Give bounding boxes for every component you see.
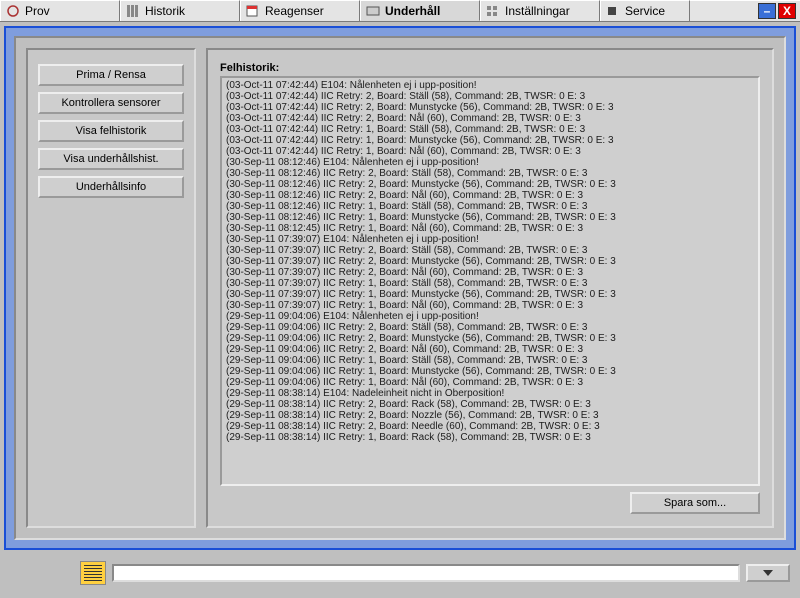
reagent-icon: [245, 4, 261, 18]
log-line[interactable]: (30-Sep-11 07:39:07) IIC Retry: 1, Board…: [226, 278, 754, 289]
tab-service[interactable]: Service: [600, 0, 690, 21]
log-line[interactable]: (03-Oct-11 07:42:44) IIC Retry: 2, Board…: [226, 102, 754, 113]
log-line[interactable]: (29-Sep-11 09:04:06) IIC Retry: 2, Board…: [226, 333, 754, 344]
minimize-button[interactable]: –: [758, 3, 776, 19]
log-line[interactable]: (30-Sep-11 07:39:07) IIC Retry: 2, Board…: [226, 256, 754, 267]
log-line[interactable]: (30-Sep-11 07:39:07) IIC Retry: 1, Board…: [226, 300, 754, 311]
maintenance-icon: [365, 4, 381, 18]
tab-label: Reagenser: [265, 4, 324, 18]
log-line[interactable]: (29-Sep-11 08:38:14) IIC Retry: 1, Board…: [226, 432, 754, 443]
tab-underhall[interactable]: Underhåll: [360, 0, 480, 21]
log-heading: Felhistorik:: [220, 62, 760, 74]
tab-installningar[interactable]: Inställningar: [480, 0, 600, 21]
log-line[interactable]: (03-Oct-11 07:42:44) IIC Retry: 2, Board…: [226, 113, 754, 124]
log-line[interactable]: (29-Sep-11 09:04:06) IIC Retry: 1, Board…: [226, 355, 754, 366]
log-line[interactable]: (30-Sep-11 08:12:46) IIC Retry: 1, Board…: [226, 201, 754, 212]
log-line[interactable]: (30-Sep-11 08:12:45) IIC Retry: 1, Board…: [226, 223, 754, 234]
visa-underhallshist-button[interactable]: Visa underhållshist.: [38, 148, 184, 170]
status-text-field[interactable]: [112, 564, 740, 582]
content-frame: Prima / Rensa Kontrollera sensorer Visa …: [4, 26, 796, 550]
tab-prov[interactable]: Prov: [0, 0, 120, 21]
tab-label: Underhåll: [385, 4, 440, 18]
log-line[interactable]: (03-Oct-11 07:42:44) IIC Retry: 1, Board…: [226, 146, 754, 157]
main-panel: Felhistorik: (03-Oct-11 07:42:44) E104: …: [206, 48, 774, 528]
log-line[interactable]: (03-Oct-11 07:42:44) IIC Retry: 1, Board…: [226, 124, 754, 135]
log-line[interactable]: (30-Sep-11 08:12:46) E104: Nålenheten ej…: [226, 157, 754, 168]
log-line[interactable]: (30-Sep-11 07:39:07) IIC Retry: 2, Board…: [226, 267, 754, 278]
side-panel: Prima / Rensa Kontrollera sensorer Visa …: [26, 48, 196, 528]
log-line[interactable]: (29-Sep-11 08:38:14) IIC Retry: 2, Board…: [226, 421, 754, 432]
underhallsinfo-button[interactable]: Underhållsinfo: [38, 176, 184, 198]
tab-label: Service: [625, 4, 665, 18]
status-bar: [0, 554, 800, 592]
tab-label: Inställningar: [505, 4, 570, 18]
log-line[interactable]: (29-Sep-11 09:04:06) IIC Retry: 1, Board…: [226, 377, 754, 388]
top-tabbar: Prov Historik Reagenser Underhåll Instäl…: [0, 0, 800, 22]
log-line[interactable]: (03-Oct-11 07:42:44) E104: Nålenheten ej…: [226, 80, 754, 91]
note-icon: [80, 561, 106, 585]
visa-felhistorik-button[interactable]: Visa felhistorik: [38, 120, 184, 142]
tab-label: Prov: [25, 4, 50, 18]
log-line[interactable]: (30-Sep-11 07:39:07) IIC Retry: 2, Board…: [226, 245, 754, 256]
log-line[interactable]: (30-Sep-11 07:39:07) E104: Nålenheten ej…: [226, 234, 754, 245]
tab-historik[interactable]: Historik: [120, 0, 240, 21]
log-line[interactable]: (29-Sep-11 09:04:06) IIC Retry: 2, Board…: [226, 322, 754, 333]
error-log-listbox[interactable]: (03-Oct-11 07:42:44) E104: Nålenheten ej…: [220, 76, 760, 486]
log-line[interactable]: (29-Sep-11 09:04:06) E104: Nålenheten ej…: [226, 311, 754, 322]
log-line[interactable]: (30-Sep-11 07:39:07) IIC Retry: 1, Board…: [226, 289, 754, 300]
status-dropdown-button[interactable]: [746, 564, 790, 582]
tab-reagenser[interactable]: Reagenser: [240, 0, 360, 21]
prima-rensa-button[interactable]: Prima / Rensa: [38, 64, 184, 86]
kontrollera-sensorer-button[interactable]: Kontrollera sensorer: [38, 92, 184, 114]
log-line[interactable]: (29-Sep-11 09:04:06) IIC Retry: 2, Board…: [226, 344, 754, 355]
settings-icon: [485, 4, 501, 18]
log-line[interactable]: (29-Sep-11 08:38:14) IIC Retry: 2, Board…: [226, 399, 754, 410]
log-line[interactable]: (30-Sep-11 08:12:46) IIC Retry: 2, Board…: [226, 168, 754, 179]
close-button[interactable]: X: [778, 3, 796, 19]
log-line[interactable]: (03-Oct-11 07:42:44) IIC Retry: 1, Board…: [226, 135, 754, 146]
save-as-button[interactable]: Spara som...: [630, 492, 760, 514]
service-icon: [605, 4, 621, 18]
log-line[interactable]: (03-Oct-11 07:42:44) IIC Retry: 2, Board…: [226, 91, 754, 102]
log-line[interactable]: (30-Sep-11 08:12:46) IIC Retry: 1, Board…: [226, 212, 754, 223]
history-icon: [125, 4, 141, 18]
vial-icon: [5, 4, 21, 18]
tab-label: Historik: [145, 4, 185, 18]
log-line[interactable]: (30-Sep-11 08:12:46) IIC Retry: 2, Board…: [226, 179, 754, 190]
log-line[interactable]: (29-Sep-11 08:38:14) E104: Nadeleinheit …: [226, 388, 754, 399]
log-line[interactable]: (30-Sep-11 08:12:46) IIC Retry: 2, Board…: [226, 190, 754, 201]
log-line[interactable]: (29-Sep-11 09:04:06) IIC Retry: 1, Board…: [226, 366, 754, 377]
log-line[interactable]: (29-Sep-11 08:38:14) IIC Retry: 2, Board…: [226, 410, 754, 421]
